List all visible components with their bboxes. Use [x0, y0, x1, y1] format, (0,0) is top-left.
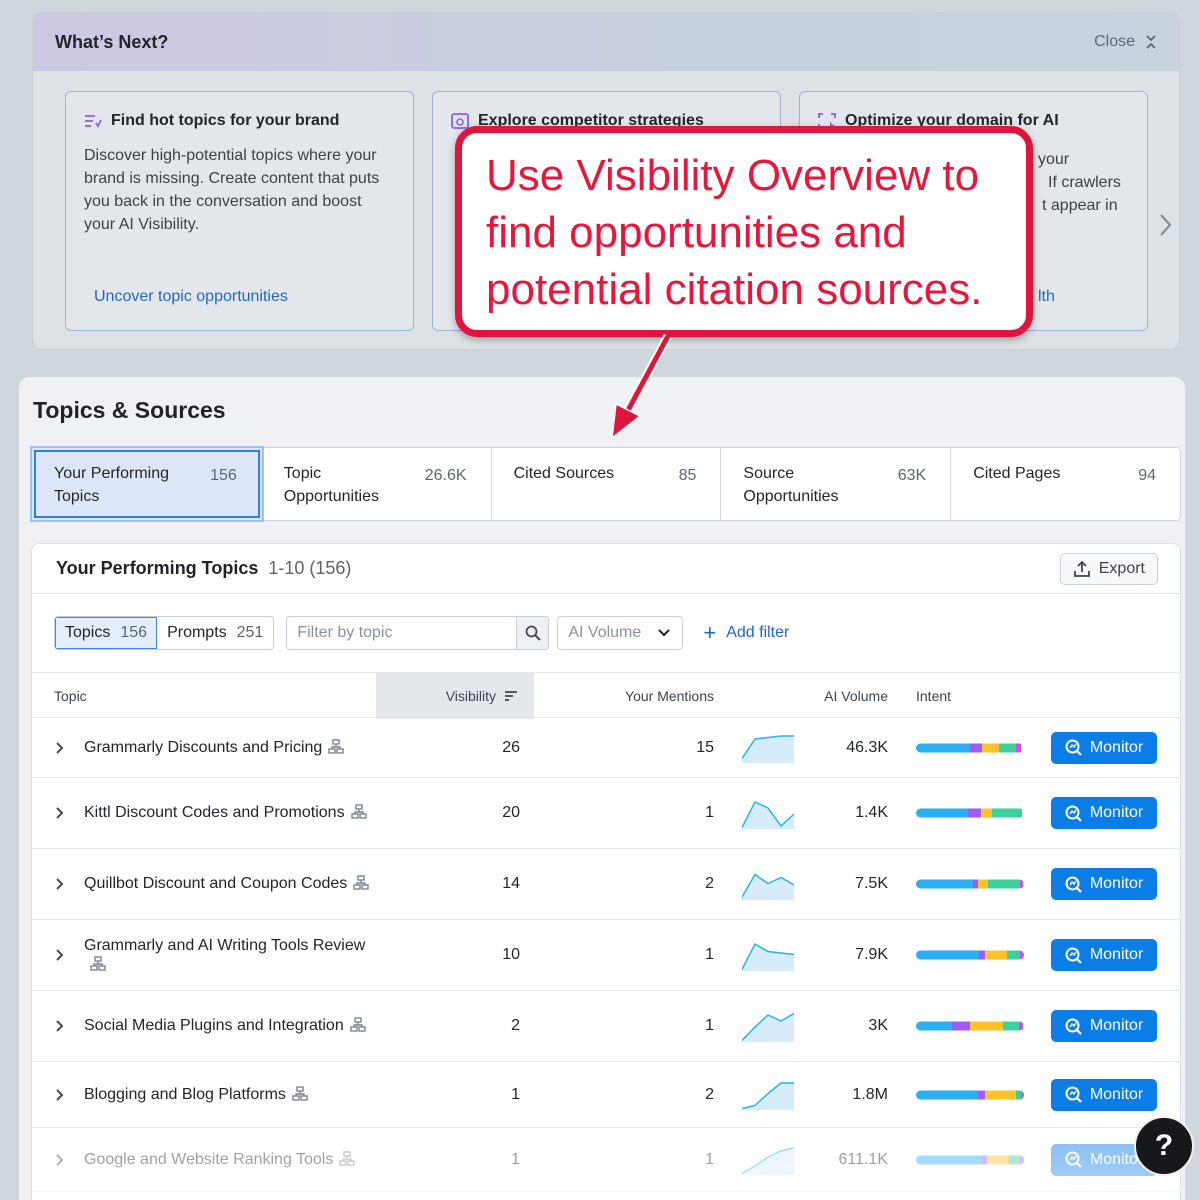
help-button[interactable]: ?: [1134, 1116, 1194, 1176]
annotation-arrow: [611, 333, 672, 440]
